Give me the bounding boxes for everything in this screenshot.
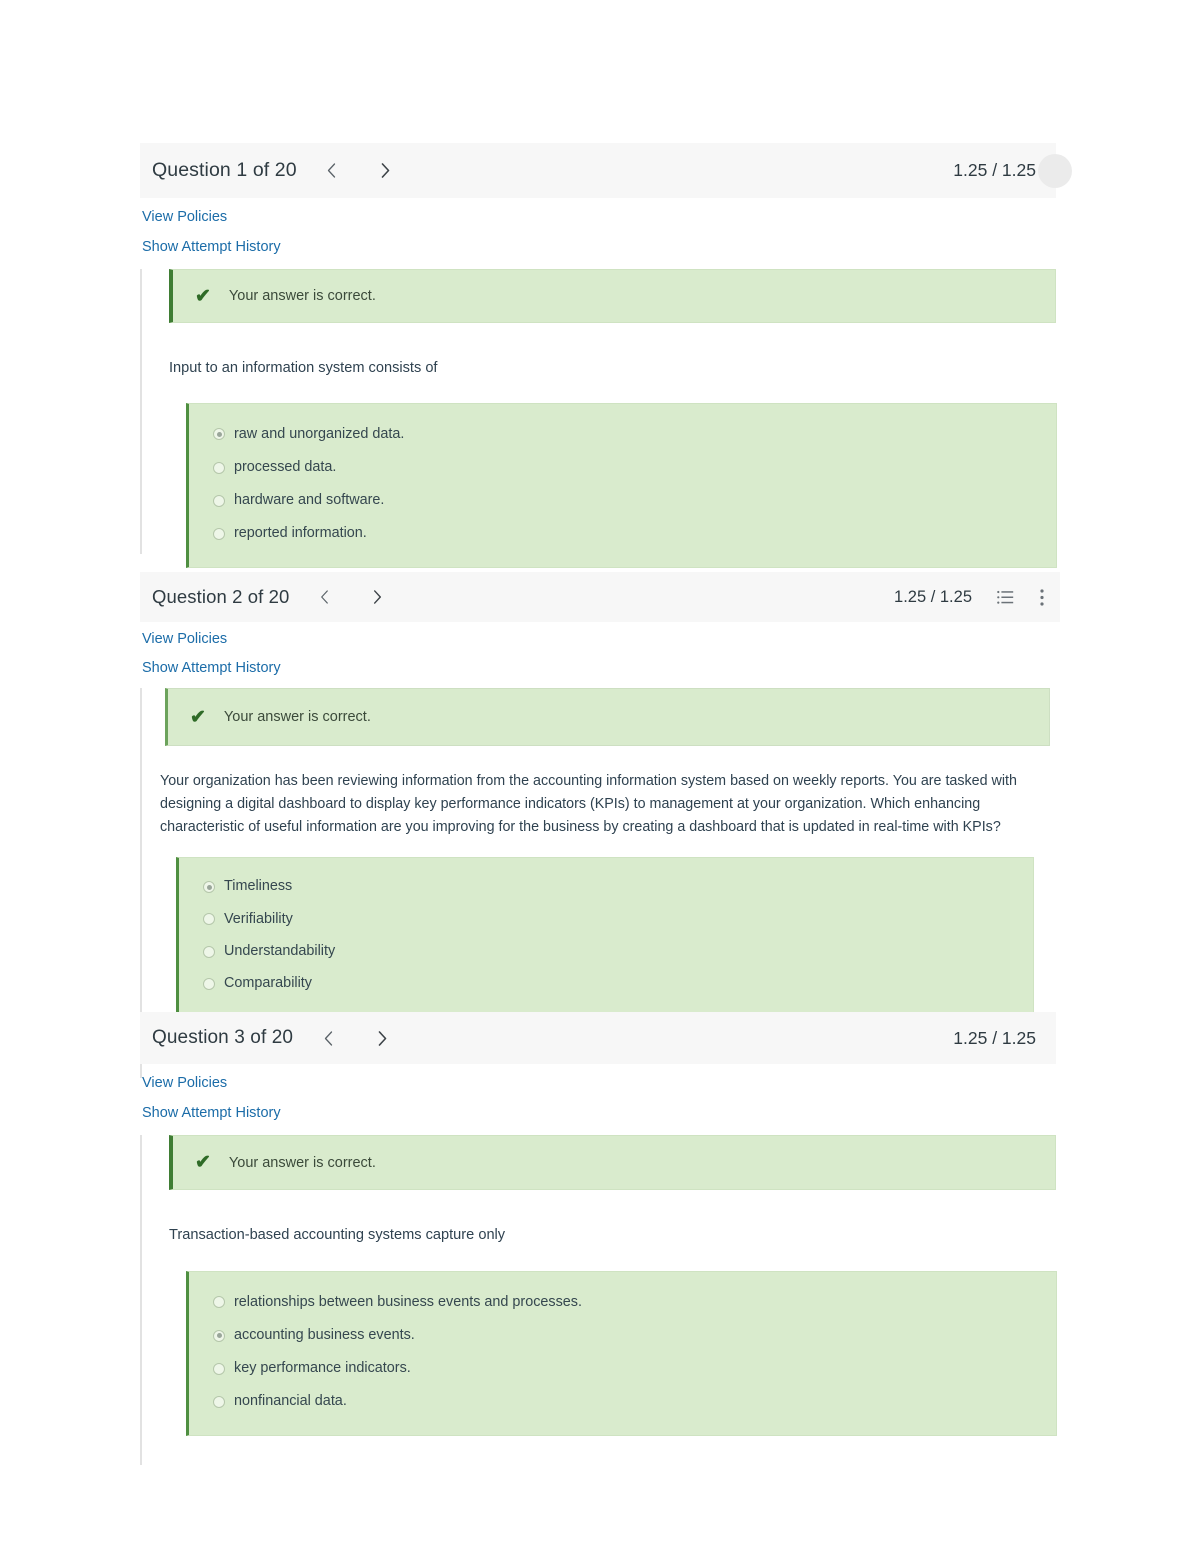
question-nav-arrows bbox=[311, 1023, 399, 1053]
show-attempt-history-link[interactable]: Show Attempt History bbox=[142, 239, 1056, 255]
radio-icon[interactable] bbox=[203, 881, 215, 894]
header-circle-button[interactable] bbox=[1038, 153, 1072, 188]
prev-question-button[interactable] bbox=[315, 156, 349, 186]
question-header-right-3: 1.25 / 1.25 bbox=[953, 1028, 1036, 1049]
feedback-banner-2: ✔ Your answer is correct. bbox=[165, 688, 1050, 746]
option-label: accounting business events. bbox=[234, 1326, 415, 1343]
show-attempt-history-link[interactable]: Show Attempt History bbox=[142, 1105, 1056, 1121]
radio-icon[interactable] bbox=[213, 1396, 225, 1409]
option-label: Verifiability bbox=[224, 910, 293, 927]
question-links-1: View Policies Show Attempt History bbox=[140, 209, 1056, 255]
option-item[interactable]: key performance indicators. bbox=[213, 1360, 1056, 1377]
options-panel-2: Timeliness Verifiability Understandabili… bbox=[176, 857, 1034, 1016]
question-title: Question 2 of 20 bbox=[152, 586, 290, 607]
option-item[interactable]: relationships between business events an… bbox=[213, 1294, 1056, 1311]
next-question-button[interactable] bbox=[365, 1023, 399, 1053]
question-links-2: View Policies Show Attempt History bbox=[140, 631, 1060, 676]
question-prompt-2: Your organization has been reviewing inf… bbox=[160, 773, 1017, 836]
option-label: relationships between business events an… bbox=[234, 1293, 582, 1310]
question-title: Question 3 of 20 bbox=[152, 1027, 294, 1048]
view-policies-link[interactable]: View Policies bbox=[142, 1075, 1056, 1091]
radio-icon[interactable] bbox=[213, 428, 225, 441]
question-header-right-1: 1.25 / 1.25 bbox=[953, 160, 1036, 181]
question-block-1: Question 1 of 20 1.25 / 1.25 View Polici… bbox=[140, 143, 1072, 568]
question-score: 1.25 / 1.25 bbox=[953, 1027, 1036, 1048]
question-header-2: Question 2 of 20 1.25 / 1.25 bbox=[140, 572, 1060, 622]
list-view-icon[interactable] bbox=[994, 586, 1016, 608]
option-label: Timeliness bbox=[224, 878, 293, 895]
question-body-3: ✔ Your answer is correct. Transaction-ba… bbox=[140, 1135, 1057, 1465]
question-score: 1.25 / 1.25 bbox=[894, 587, 972, 606]
option-item[interactable]: reported information. bbox=[213, 525, 1056, 542]
question-block-3: Question 3 of 20 1.25 / 1.25 View Polici… bbox=[140, 1012, 1057, 1465]
question-left-rail bbox=[140, 269, 142, 554]
option-label: reported information. bbox=[234, 525, 367, 542]
options-panel-1: raw and unorganized data. processed data… bbox=[186, 402, 1057, 568]
radio-icon[interactable] bbox=[203, 945, 215, 958]
question-nav-arrows bbox=[307, 582, 394, 612]
next-question-button[interactable] bbox=[360, 582, 394, 612]
question-prompt-1: Input to an information system consists … bbox=[169, 360, 438, 376]
question-title: Question 1 of 20 bbox=[152, 159, 297, 181]
option-item[interactable]: raw and unorganized data. bbox=[213, 426, 1056, 443]
question-header-1: Question 1 of 20 1.25 / 1.25 bbox=[140, 143, 1072, 198]
check-icon: ✔ bbox=[195, 285, 211, 307]
question-header-right-2: 1.25 / 1.25 bbox=[894, 586, 1046, 608]
option-label: raw and unorganized data. bbox=[234, 425, 405, 442]
radio-icon[interactable] bbox=[203, 913, 215, 926]
option-item[interactable]: Comparability bbox=[203, 975, 1033, 992]
radio-icon[interactable] bbox=[203, 977, 215, 990]
option-item[interactable]: nonfinancial data. bbox=[213, 1393, 1056, 1410]
option-label: nonfinancial data. bbox=[234, 1393, 347, 1410]
option-item[interactable]: Understandability bbox=[203, 943, 1033, 960]
question-left-rail bbox=[140, 1135, 142, 1465]
more-options-icon[interactable] bbox=[1038, 586, 1046, 608]
feedback-banner-1: ✔ Your answer is correct. bbox=[169, 269, 1056, 323]
option-label: Understandability bbox=[224, 943, 336, 960]
check-icon: ✔ bbox=[190, 706, 206, 728]
option-label: hardware and software. bbox=[234, 492, 385, 509]
radio-icon[interactable] bbox=[213, 1296, 225, 1309]
feedback-text: Your answer is correct. bbox=[223, 709, 371, 725]
radio-icon[interactable] bbox=[213, 528, 225, 541]
quiz-results-page: Question 1 of 20 1.25 / 1.25 View Polici… bbox=[0, 0, 1200, 1553]
option-label: processed data. bbox=[234, 458, 337, 475]
view-policies-link[interactable]: View Policies bbox=[142, 209, 1056, 225]
next-question-button[interactable] bbox=[369, 156, 403, 186]
radio-icon[interactable] bbox=[213, 494, 225, 507]
question-links-3: View Policies Show Attempt History bbox=[140, 1075, 1056, 1121]
feedback-banner-3: ✔ Your answer is correct. bbox=[169, 1135, 1056, 1190]
radio-icon[interactable] bbox=[213, 461, 225, 474]
option-label: Comparability bbox=[224, 975, 312, 992]
question-header-3: Question 3 of 20 1.25 / 1.25 bbox=[140, 1012, 1056, 1064]
prev-question-button[interactable] bbox=[311, 1023, 345, 1053]
options-panel-3: relationships between business events an… bbox=[186, 1270, 1057, 1436]
feedback-text: Your answer is correct. bbox=[228, 1154, 376, 1171]
radio-icon[interactable] bbox=[213, 1329, 225, 1342]
question-prompt-3: Transaction-based accounting systems cap… bbox=[169, 1227, 506, 1243]
radio-icon[interactable] bbox=[213, 1362, 225, 1375]
option-item[interactable]: Timeliness bbox=[203, 878, 1033, 895]
question-body-1: ✔ Your answer is correct. Input to an in… bbox=[140, 269, 1057, 568]
prev-question-button[interactable] bbox=[307, 582, 341, 612]
view-policies-link[interactable]: View Policies bbox=[142, 631, 1060, 647]
option-item[interactable]: Verifiability bbox=[203, 911, 1033, 928]
check-icon: ✔ bbox=[195, 1152, 211, 1173]
option-item[interactable]: accounting business events. bbox=[213, 1327, 1056, 1344]
question-block-2: Question 2 of 20 1.25 / 1.25 View Polici… bbox=[140, 572, 1060, 1078]
option-label: key performance indicators. bbox=[234, 1360, 411, 1377]
question-nav-arrows bbox=[315, 156, 403, 186]
option-item[interactable]: processed data. bbox=[213, 459, 1056, 476]
show-attempt-history-link[interactable]: Show Attempt History bbox=[142, 660, 1060, 676]
option-item[interactable]: hardware and software. bbox=[213, 492, 1056, 509]
feedback-text: Your answer is correct. bbox=[228, 288, 376, 304]
question-score: 1.25 / 1.25 bbox=[953, 160, 1036, 180]
